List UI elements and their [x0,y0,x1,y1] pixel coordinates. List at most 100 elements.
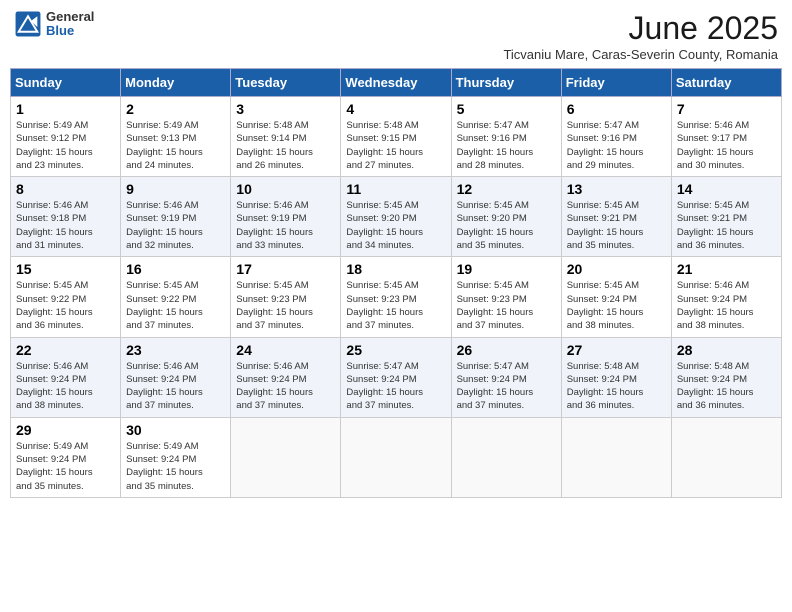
day-info: Sunrise: 5:48 AM Sunset: 9:14 PM Dayligh… [236,119,335,172]
day-info: Sunrise: 5:49 AM Sunset: 9:12 PM Dayligh… [16,119,115,172]
day-number: 7 [677,101,776,117]
day-number: 5 [457,101,556,117]
day-info: Sunrise: 5:45 AM Sunset: 9:23 PM Dayligh… [457,279,556,332]
table-row: 9 Sunrise: 5:46 AM Sunset: 9:19 PM Daylig… [121,177,231,257]
table-row: 3 Sunrise: 5:48 AM Sunset: 9:14 PM Daylig… [231,97,341,177]
day-number: 25 [346,342,445,358]
day-info: Sunrise: 5:45 AM Sunset: 9:23 PM Dayligh… [236,279,335,332]
table-row: 24 Sunrise: 5:46 AM Sunset: 9:24 PM Dayli… [231,337,341,417]
table-row: 17 Sunrise: 5:45 AM Sunset: 9:23 PM Dayli… [231,257,341,337]
day-info: Sunrise: 5:47 AM Sunset: 9:24 PM Dayligh… [457,360,556,413]
day-info: Sunrise: 5:45 AM Sunset: 9:22 PM Dayligh… [126,279,225,332]
table-row: 19 Sunrise: 5:45 AM Sunset: 9:23 PM Dayli… [451,257,561,337]
page-header: General Blue June 2025 Ticvaniu Mare, Ca… [10,10,782,62]
col-tuesday: Tuesday [231,69,341,97]
day-number: 22 [16,342,115,358]
day-info: Sunrise: 5:46 AM Sunset: 9:24 PM Dayligh… [236,360,335,413]
table-row [341,417,451,497]
title-block: June 2025 Ticvaniu Mare, Caras-Severin C… [503,10,778,62]
day-info: Sunrise: 5:49 AM Sunset: 9:24 PM Dayligh… [126,440,225,493]
day-info: Sunrise: 5:45 AM Sunset: 9:20 PM Dayligh… [457,199,556,252]
calendar-week-row: 22 Sunrise: 5:46 AM Sunset: 9:24 PM Dayli… [11,337,782,417]
table-row: 20Sunrise: 5:45 AM Sunset: 9:24 PM Dayli… [561,257,671,337]
table-row [671,417,781,497]
table-row [451,417,561,497]
day-number: 15 [16,261,115,277]
day-info: Sunrise: 5:45 AM Sunset: 9:20 PM Dayligh… [346,199,445,252]
day-number: 19 [457,261,556,277]
table-row: 7 Sunrise: 5:46 AM Sunset: 9:17 PM Daylig… [671,97,781,177]
day-number: 29 [16,422,115,438]
day-number: 12 [457,181,556,197]
day-info: Sunrise: 5:48 AM Sunset: 9:24 PM Dayligh… [567,360,666,413]
calendar-week-row: 15 Sunrise: 5:45 AM Sunset: 9:22 PM Dayli… [11,257,782,337]
col-wednesday: Wednesday [341,69,451,97]
day-number: 1 [16,101,115,117]
calendar-week-row: 29 Sunrise: 5:49 AM Sunset: 9:24 PM Dayli… [11,417,782,497]
day-number: 17 [236,261,335,277]
col-saturday: Saturday [671,69,781,97]
day-info: Sunrise: 5:47 AM Sunset: 9:16 PM Dayligh… [567,119,666,172]
day-number: 16 [126,261,225,277]
calendar-week-row: 1 Sunrise: 5:49 AM Sunset: 9:12 PM Daylig… [11,97,782,177]
table-row: 2Sunrise: 5:49 AM Sunset: 9:13 PM Daylig… [121,97,231,177]
day-number: 18 [346,261,445,277]
day-info: Sunrise: 5:45 AM Sunset: 9:23 PM Dayligh… [346,279,445,332]
logo-icon [14,10,42,38]
table-row: 26 Sunrise: 5:47 AM Sunset: 9:24 PM Dayli… [451,337,561,417]
month-title: June 2025 [503,10,778,47]
day-number: 8 [16,181,115,197]
day-info: Sunrise: 5:46 AM Sunset: 9:19 PM Dayligh… [236,199,335,252]
day-number: 11 [346,181,445,197]
day-info: Sunrise: 5:49 AM Sunset: 9:13 PM Dayligh… [126,119,225,172]
day-number: 9 [126,181,225,197]
day-info: Sunrise: 5:48 AM Sunset: 9:24 PM Dayligh… [677,360,776,413]
calendar-week-row: 8Sunrise: 5:46 AM Sunset: 9:18 PM Daylig… [11,177,782,257]
table-row: 16 Sunrise: 5:45 AM Sunset: 9:22 PM Dayli… [121,257,231,337]
table-row: 12 Sunrise: 5:45 AM Sunset: 9:20 PM Dayli… [451,177,561,257]
table-row: 25 Sunrise: 5:47 AM Sunset: 9:24 PM Dayli… [341,337,451,417]
calendar-table: Sunday Monday Tuesday Wednesday Thursday… [10,68,782,498]
day-number: 30 [126,422,225,438]
table-row: 8Sunrise: 5:46 AM Sunset: 9:18 PM Daylig… [11,177,121,257]
day-number: 4 [346,101,445,117]
day-number: 24 [236,342,335,358]
day-number: 27 [567,342,666,358]
calendar-header-row: Sunday Monday Tuesday Wednesday Thursday… [11,69,782,97]
day-number: 10 [236,181,335,197]
table-row: 1 Sunrise: 5:49 AM Sunset: 9:12 PM Daylig… [11,97,121,177]
table-row: 4 Sunrise: 5:48 AM Sunset: 9:15 PM Daylig… [341,97,451,177]
table-row: 30 Sunrise: 5:49 AM Sunset: 9:24 PM Dayli… [121,417,231,497]
logo-general-text: General [46,10,94,24]
table-row: 14 Sunrise: 5:45 AM Sunset: 9:21 PM Dayli… [671,177,781,257]
day-info: Sunrise: 5:45 AM Sunset: 9:22 PM Dayligh… [16,279,115,332]
day-number: 28 [677,342,776,358]
day-info: Sunrise: 5:45 AM Sunset: 9:21 PM Dayligh… [567,199,666,252]
table-row: 27 Sunrise: 5:48 AM Sunset: 9:24 PM Dayli… [561,337,671,417]
table-row [231,417,341,497]
table-row: 18 Sunrise: 5:45 AM Sunset: 9:23 PM Dayli… [341,257,451,337]
day-number: 26 [457,342,556,358]
day-info: Sunrise: 5:48 AM Sunset: 9:15 PM Dayligh… [346,119,445,172]
table-row: 5Sunrise: 5:47 AM Sunset: 9:16 PM Daylig… [451,97,561,177]
table-row: 13 Sunrise: 5:45 AM Sunset: 9:21 PM Dayli… [561,177,671,257]
day-number: 13 [567,181,666,197]
col-thursday: Thursday [451,69,561,97]
day-info: Sunrise: 5:47 AM Sunset: 9:24 PM Dayligh… [346,360,445,413]
day-info: Sunrise: 5:45 AM Sunset: 9:21 PM Dayligh… [677,199,776,252]
table-row: 6Sunrise: 5:47 AM Sunset: 9:16 PM Daylig… [561,97,671,177]
day-number: 21 [677,261,776,277]
table-row: 29 Sunrise: 5:49 AM Sunset: 9:24 PM Dayli… [11,417,121,497]
table-row: 11 Sunrise: 5:45 AM Sunset: 9:20 PM Dayli… [341,177,451,257]
day-number: 3 [236,101,335,117]
day-info: Sunrise: 5:46 AM Sunset: 9:17 PM Dayligh… [677,119,776,172]
day-number: 14 [677,181,776,197]
col-friday: Friday [561,69,671,97]
table-row [561,417,671,497]
table-row: 15 Sunrise: 5:45 AM Sunset: 9:22 PM Dayli… [11,257,121,337]
table-row: 21Sunrise: 5:46 AM Sunset: 9:24 PM Dayli… [671,257,781,337]
day-info: Sunrise: 5:46 AM Sunset: 9:24 PM Dayligh… [16,360,115,413]
day-info: Sunrise: 5:46 AM Sunset: 9:19 PM Dayligh… [126,199,225,252]
day-number: 20 [567,261,666,277]
day-info: Sunrise: 5:49 AM Sunset: 9:24 PM Dayligh… [16,440,115,493]
